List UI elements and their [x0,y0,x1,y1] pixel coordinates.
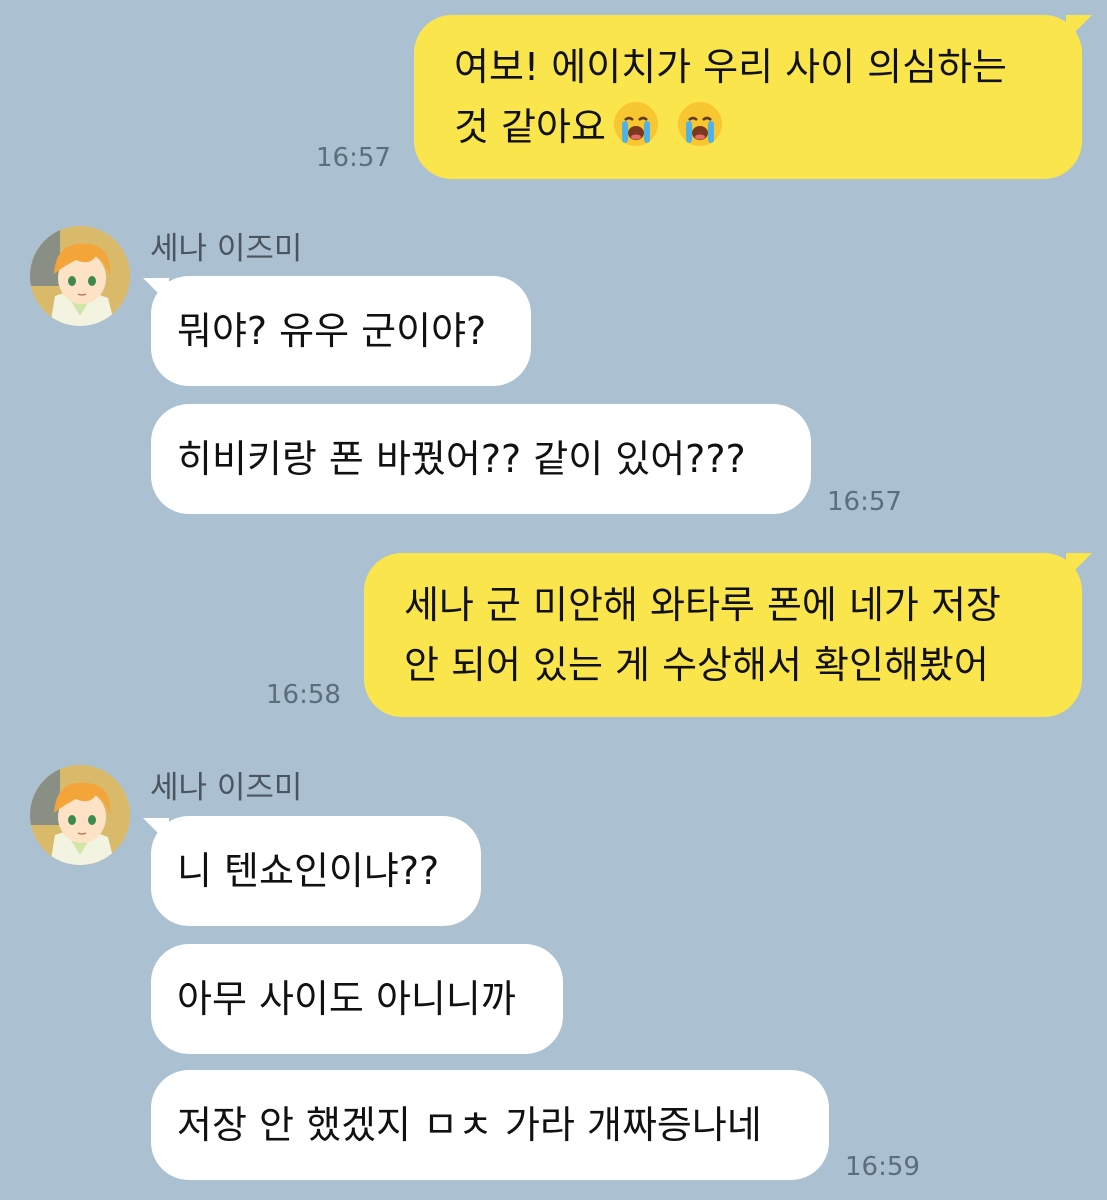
sender-name: 세나 이즈미 [150,231,303,267]
my-bubble-tail [1066,553,1092,579]
message-time: 16:57 [827,487,902,517]
sender-name: 세나 이즈미 [150,770,303,806]
their-bubble-tail [143,278,169,304]
avatar[interactable] [30,765,130,865]
their-bubble-tail [143,818,169,844]
profile-picture [30,765,130,865]
message-text: 저장 안 했겠지 ㅁㅊ 가라 개짜증나네 [177,1103,762,1147]
my-message-bubble[interactable]: 세나 군 미안해 와타루 폰에 네가 저장 안 되어 있는 게 수상해서 확인해… [364,553,1082,717]
their-message-bubble[interactable]: 니 텐쇼인이냐?? [151,816,481,926]
message-time: 16:58 [266,680,341,710]
their-message-bubble[interactable]: 아무 사이도 아니니까 [151,944,563,1054]
message-time: 16:57 [316,143,391,173]
avatar[interactable] [30,226,130,326]
message-line: 여보! 에이치가 우리 사이 의심하는 [454,45,1007,89]
my-bubble-tail [1066,15,1092,41]
their-message-bubble[interactable]: 히비키랑 폰 바꿨어?? 같이 있어??? [151,404,811,514]
loudly-crying-face-icon [677,102,722,146]
their-message-bubble[interactable]: 저장 안 했겠지 ㅁㅊ 가라 개짜증나네 [151,1070,829,1180]
message-line: 세나 군 미안해 와타루 폰에 네가 저장 [404,583,1001,627]
my-message-bubble[interactable]: 여보! 에이치가 우리 사이 의심하는 것 같아요 [414,15,1082,179]
profile-picture [30,226,130,326]
message-text: 아무 사이도 아니니까 [177,977,516,1021]
message-text: 뭐야? 유우 군이야? [177,309,487,353]
chat-room[interactable]: 여보! 에이치가 우리 사이 의심하는 것 같아요 16:57 세나 이즈미 뭐… [0,0,1107,1200]
loudly-crying-face-icon [613,102,658,146]
message-line: 것 같아요 [454,97,1042,157]
their-message-bubble[interactable]: 뭐야? 유우 군이야? [151,276,531,386]
message-line: 안 되어 있는 게 수상해서 확인해봤어 [404,643,989,687]
message-time: 16:59 [845,1152,920,1182]
message-text: 니 텐쇼인이냐?? [177,849,440,893]
message-text: 히비키랑 폰 바꿨어?? 같이 있어??? [177,437,746,481]
